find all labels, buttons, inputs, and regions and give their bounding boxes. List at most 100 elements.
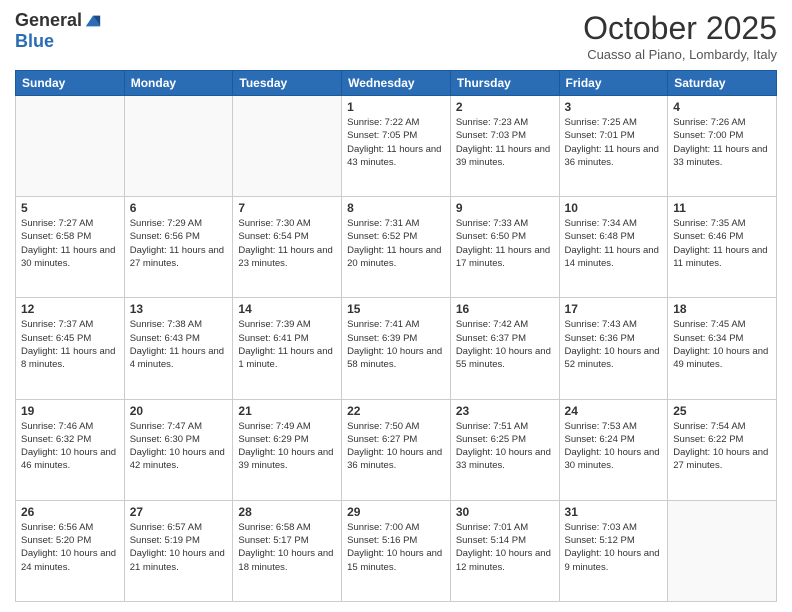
calendar-cell-3-3: 22Sunrise: 7:50 AM Sunset: 6:27 PM Dayli…: [342, 399, 451, 500]
calendar-cell-0-5: 3 Sunrise: 7:25 AM Sunset: 7:01 PM Daylig…: [559, 96, 668, 197]
week-row-1: 5 Sunrise: 7:27 AM Sunset: 6:58 PM Daylig…: [16, 197, 777, 298]
day-number-12: 12: [21, 302, 119, 316]
header-thursday: Thursday: [450, 71, 559, 96]
location: Cuasso al Piano, Lombardy, Italy: [583, 47, 777, 62]
day-number-1: 1: [347, 100, 445, 114]
day-number-6: 6: [130, 201, 228, 215]
calendar-cell-0-3: 1 Sunrise: 7:22 AM Sunset: 7:05 PM Daylig…: [342, 96, 451, 197]
day-number-10: 10: [565, 201, 663, 215]
calendar-cell-2-4: 16Sunrise: 7:42 AM Sunset: 6:37 PM Dayli…: [450, 298, 559, 399]
day-info-24: Sunrise: 7:53 AM Sunset: 6:24 PM Dayligh…: [565, 420, 663, 473]
calendar-cell-2-6: 18 Sunrise: 7:45 AM Sunset: 6:34 PM Dayli…: [668, 298, 777, 399]
calendar: Sunday Monday Tuesday Wednesday Thursday…: [15, 70, 777, 602]
day-info-12: Sunrise: 7:37 AM Sunset: 6:45 PM Dayligh…: [21, 318, 119, 371]
day-number-20: 20: [130, 404, 228, 418]
day-number-17: 17: [565, 302, 663, 316]
day-number-23: 23: [456, 404, 554, 418]
day-info-16: Sunrise: 7:42 AM Sunset: 6:37 PM Dayligh…: [456, 318, 554, 371]
day-number-5: 5: [21, 201, 119, 215]
title-block: October 2025 Cuasso al Piano, Lombardy, …: [583, 10, 777, 62]
calendar-cell-4-4: 30 Sunrise: 7:01 AM Sunset: 5:14 PM Dayli…: [450, 500, 559, 601]
calendar-cell-2-2: 14 Sunrise: 7:39 AM Sunset: 6:41 PM Dayli…: [233, 298, 342, 399]
calendar-cell-4-2: 28 Sunrise: 6:58 AM Sunset: 5:17 PM Dayli…: [233, 500, 342, 601]
day-info-19: Sunrise: 7:46 AM Sunset: 6:32 PM Dayligh…: [21, 420, 119, 473]
day-info-23: Sunrise: 7:51 AM Sunset: 6:25 PM Dayligh…: [456, 420, 554, 473]
day-number-27: 27: [130, 505, 228, 519]
day-info-26: Sunrise: 6:56 AM Sunset: 5:20 PM Dayligh…: [21, 521, 119, 574]
day-info-27: Sunrise: 6:57 AM Sunset: 5:19 PM Dayligh…: [130, 521, 228, 574]
day-info-21: Sunrise: 7:49 AM Sunset: 6:29 PM Dayligh…: [238, 420, 336, 473]
day-number-26: 26: [21, 505, 119, 519]
day-number-29: 29: [347, 505, 445, 519]
day-info-15: Sunrise: 7:41 AM Sunset: 6:39 PM Dayligh…: [347, 318, 445, 371]
week-row-2: 12 Sunrise: 7:37 AM Sunset: 6:45 PM Dayli…: [16, 298, 777, 399]
day-info-29: Sunrise: 7:00 AM Sunset: 5:16 PM Dayligh…: [347, 521, 445, 574]
calendar-cell-3-5: 24 Sunrise: 7:53 AM Sunset: 6:24 PM Dayli…: [559, 399, 668, 500]
day-info-1: Sunrise: 7:22 AM Sunset: 7:05 PM Dayligh…: [347, 116, 445, 169]
calendar-cell-1-3: 8 Sunrise: 7:31 AM Sunset: 6:52 PM Daylig…: [342, 197, 451, 298]
calendar-cell-3-1: 20 Sunrise: 7:47 AM Sunset: 6:30 PM Dayli…: [124, 399, 233, 500]
day-number-31: 31: [565, 505, 663, 519]
day-info-11: Sunrise: 7:35 AM Sunset: 6:46 PM Dayligh…: [673, 217, 771, 270]
day-info-28: Sunrise: 6:58 AM Sunset: 5:17 PM Dayligh…: [238, 521, 336, 574]
day-info-8: Sunrise: 7:31 AM Sunset: 6:52 PM Dayligh…: [347, 217, 445, 270]
header-monday: Monday: [124, 71, 233, 96]
day-number-3: 3: [565, 100, 663, 114]
day-number-21: 21: [238, 404, 336, 418]
calendar-cell-4-1: 27 Sunrise: 6:57 AM Sunset: 5:19 PM Dayli…: [124, 500, 233, 601]
day-info-14: Sunrise: 7:39 AM Sunset: 6:41 PM Dayligh…: [238, 318, 336, 371]
calendar-cell-1-1: 6 Sunrise: 7:29 AM Sunset: 6:56 PM Daylig…: [124, 197, 233, 298]
day-info-9: Sunrise: 7:33 AM Sunset: 6:50 PM Dayligh…: [456, 217, 554, 270]
day-number-14: 14: [238, 302, 336, 316]
calendar-cell-4-6: [668, 500, 777, 601]
day-number-13: 13: [130, 302, 228, 316]
day-info-17: Sunrise: 7:43 AM Sunset: 6:36 PM Dayligh…: [565, 318, 663, 371]
page: General Blue October 2025 Cuasso al Pian…: [0, 0, 792, 612]
day-info-30: Sunrise: 7:01 AM Sunset: 5:14 PM Dayligh…: [456, 521, 554, 574]
calendar-cell-1-5: 10 Sunrise: 7:34 AM Sunset: 6:48 PM Dayli…: [559, 197, 668, 298]
logo-icon: [84, 12, 102, 30]
day-number-15: 15: [347, 302, 445, 316]
day-info-13: Sunrise: 7:38 AM Sunset: 6:43 PM Dayligh…: [130, 318, 228, 371]
logo-general: General: [15, 10, 82, 31]
day-number-8: 8: [347, 201, 445, 215]
day-number-19: 19: [21, 404, 119, 418]
logo-text: General: [15, 10, 102, 31]
day-number-18: 18: [673, 302, 771, 316]
day-number-7: 7: [238, 201, 336, 215]
calendar-cell-0-1: [124, 96, 233, 197]
logo: General Blue: [15, 10, 102, 52]
day-info-3: Sunrise: 7:25 AM Sunset: 7:01 PM Dayligh…: [565, 116, 663, 169]
calendar-cell-4-3: 29 Sunrise: 7:00 AM Sunset: 5:16 PM Dayli…: [342, 500, 451, 601]
header-sunday: Sunday: [16, 71, 125, 96]
header-friday: Friday: [559, 71, 668, 96]
calendar-cell-4-0: 26 Sunrise: 6:56 AM Sunset: 5:20 PM Dayli…: [16, 500, 125, 601]
calendar-cell-4-5: 31Sunrise: 7:03 AM Sunset: 5:12 PM Dayli…: [559, 500, 668, 601]
week-row-3: 19 Sunrise: 7:46 AM Sunset: 6:32 PM Dayli…: [16, 399, 777, 500]
day-info-6: Sunrise: 7:29 AM Sunset: 6:56 PM Dayligh…: [130, 217, 228, 270]
month-title: October 2025: [583, 10, 777, 47]
calendar-cell-3-2: 21 Sunrise: 7:49 AM Sunset: 6:29 PM Dayli…: [233, 399, 342, 500]
calendar-cell-2-0: 12 Sunrise: 7:37 AM Sunset: 6:45 PM Dayli…: [16, 298, 125, 399]
day-number-30: 30: [456, 505, 554, 519]
day-number-28: 28: [238, 505, 336, 519]
calendar-cell-0-2: [233, 96, 342, 197]
calendar-cell-2-1: 13 Sunrise: 7:38 AM Sunset: 6:43 PM Dayli…: [124, 298, 233, 399]
day-info-7: Sunrise: 7:30 AM Sunset: 6:54 PM Dayligh…: [238, 217, 336, 270]
day-number-24: 24: [565, 404, 663, 418]
calendar-cell-3-4: 23 Sunrise: 7:51 AM Sunset: 6:25 PM Dayli…: [450, 399, 559, 500]
day-info-5: Sunrise: 7:27 AM Sunset: 6:58 PM Dayligh…: [21, 217, 119, 270]
day-info-20: Sunrise: 7:47 AM Sunset: 6:30 PM Dayligh…: [130, 420, 228, 473]
header: General Blue October 2025 Cuasso al Pian…: [15, 10, 777, 62]
day-number-22: 22: [347, 404, 445, 418]
logo-blue-text: Blue: [15, 31, 54, 51]
week-row-4: 26 Sunrise: 6:56 AM Sunset: 5:20 PM Dayli…: [16, 500, 777, 601]
calendar-cell-3-0: 19 Sunrise: 7:46 AM Sunset: 6:32 PM Dayli…: [16, 399, 125, 500]
calendar-cell-3-6: 25Sunrise: 7:54 AM Sunset: 6:22 PM Dayli…: [668, 399, 777, 500]
day-number-4: 4: [673, 100, 771, 114]
calendar-cell-2-5: 17 Sunrise: 7:43 AM Sunset: 6:36 PM Dayli…: [559, 298, 668, 399]
day-info-4: Sunrise: 7:26 AM Sunset: 7:00 PM Dayligh…: [673, 116, 771, 169]
day-info-10: Sunrise: 7:34 AM Sunset: 6:48 PM Dayligh…: [565, 217, 663, 270]
calendar-cell-0-0: [16, 96, 125, 197]
day-info-18: Sunrise: 7:45 AM Sunset: 6:34 PM Dayligh…: [673, 318, 771, 371]
